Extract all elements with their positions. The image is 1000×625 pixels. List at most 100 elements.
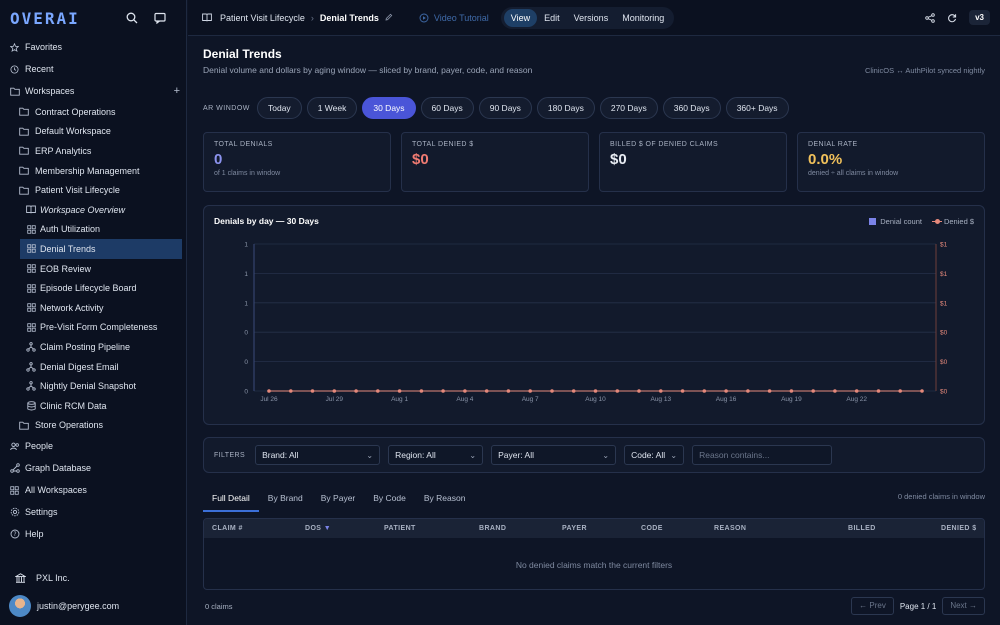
workspace-contract-operations[interactable]: Contract Operations xyxy=(0,102,186,122)
data-point-denied-dollars xyxy=(354,389,358,393)
sidebar-item-network-activity[interactable]: Network Activity xyxy=(0,298,182,318)
legend-denied-dollars[interactable]: Denied $ xyxy=(931,217,974,226)
grid-icon xyxy=(9,485,20,495)
sidebar-item-claim-posting-pipeline[interactable]: Claim Posting Pipeline xyxy=(0,337,182,357)
column-billed[interactable]: BILLED xyxy=(848,525,876,532)
sidebar-item-workspace-overview[interactable]: Workspace Overview xyxy=(0,200,182,220)
mode-monitoring[interactable]: Monitoring xyxy=(615,9,671,27)
sidebar-item-eob-review[interactable]: EOB Review xyxy=(0,259,182,279)
folder-icon xyxy=(19,146,29,156)
version-badge[interactable]: v3 xyxy=(969,10,990,25)
org-switcher[interactable]: PXL Inc. xyxy=(15,573,70,583)
sidebar-item-graph-database[interactable]: Graph Database xyxy=(0,457,186,479)
x-tick: Aug 13 xyxy=(650,396,671,403)
add-workspace-icon[interactable]: + xyxy=(174,85,180,97)
chat-icon[interactable] xyxy=(154,12,166,24)
ar-window-1-week[interactable]: 1 Week xyxy=(306,97,358,119)
ar-window-270-days[interactable]: 270 Days xyxy=(599,97,658,119)
ar-window-today[interactable]: Today xyxy=(257,97,302,119)
column-dos[interactable]: DOS ▼ xyxy=(305,525,331,532)
code-select[interactable]: Code: All ⌄ xyxy=(624,445,685,465)
column-claim-[interactable]: CLAIM # xyxy=(212,525,243,532)
breadcrumb-current: Denial Trends xyxy=(319,12,379,23)
workspace-patient-visit-lifecycle[interactable]: Patient Visit Lifecycle xyxy=(0,180,186,200)
refresh-icon[interactable] xyxy=(947,13,957,23)
sync-status: ClinicOS ↔ AuthPilot synced nightly xyxy=(864,66,985,75)
mode-versions[interactable]: Versions xyxy=(567,9,616,27)
payer-select[interactable]: Payer: All ⌄ xyxy=(491,445,617,465)
sidebar-item-help[interactable]: ? Help xyxy=(0,523,186,545)
sidebar-item-denial-digest-email[interactable]: Denial Digest Email xyxy=(0,357,182,377)
data-point-denied-dollars xyxy=(637,389,641,393)
tab-by-brand[interactable]: By Brand xyxy=(259,489,312,512)
data-point-denied-dollars xyxy=(528,389,532,393)
column-denied-[interactable]: DENIED $ xyxy=(941,525,977,532)
sidebar-item-settings[interactable]: Settings xyxy=(0,501,186,523)
sidebar-item-favorites[interactable]: Favorites xyxy=(0,36,186,58)
ar-window-360-days[interactable]: 360 Days xyxy=(662,97,721,119)
workspace-label: Membership Management xyxy=(35,165,140,176)
clock-icon xyxy=(9,64,20,74)
workspace-membership-management[interactable]: Membership Management xyxy=(0,161,186,181)
kpi-value: $0 xyxy=(412,151,429,168)
ar-window-360-days[interactable]: 360+ Days xyxy=(725,97,789,119)
kpi-total-denied-: TOTAL DENIED $ $0 xyxy=(401,132,589,192)
region-select[interactable]: Region: All ⌄ xyxy=(388,445,484,465)
sidebar-item-auth-utilization[interactable]: Auth Utilization xyxy=(0,220,182,240)
tab-full-detail[interactable]: Full Detail xyxy=(203,489,259,512)
user-menu[interactable]: justin@perygee.com xyxy=(9,595,119,617)
chevron-down-icon: ⌄ xyxy=(670,450,678,460)
sidebar-item-people[interactable]: People xyxy=(0,435,186,457)
sidebar-item-label: Help xyxy=(25,529,44,540)
column-patient[interactable]: PATIENT xyxy=(384,525,416,532)
data-point-denied-dollars xyxy=(680,389,685,393)
brand-select[interactable]: Brand: All ⌄ xyxy=(255,445,381,465)
sidebar-item-nightly-denial-snapshot[interactable]: Nightly Denial Snapshot xyxy=(0,376,182,396)
breadcrumb-parent[interactable]: Patient Visit Lifecycle xyxy=(220,13,305,23)
denials-chart-card: 1 $1 1 $1 1 $1 0 $0 0 $0 0 $0 Jul 26 Jul 29 Aug 1 Aug 4… xyxy=(203,205,985,425)
ar-window-30-days[interactable]: 30 Days xyxy=(362,97,416,119)
help-icon: ? xyxy=(9,529,20,539)
sidebar-item-clinic-rcm-data[interactable]: Clinic RCM Data xyxy=(0,396,182,416)
chevron-right-icon: › xyxy=(310,12,314,23)
sidebar-item-workspaces[interactable]: Workspaces + xyxy=(0,80,186,102)
share-icon[interactable] xyxy=(925,12,935,23)
column-code[interactable]: CODE xyxy=(641,525,663,532)
workspace-label: Default Workspace xyxy=(35,126,111,137)
y-left-tick: 0 xyxy=(244,359,248,366)
workspace-store-operations[interactable]: Store Operations xyxy=(0,416,186,436)
sidebar-item-pre-visit-form-completeness[interactable]: Pre-Visit Form Completeness xyxy=(0,318,182,338)
sidebar-item-recent[interactable]: Recent xyxy=(0,58,186,80)
column-brand[interactable]: BRAND xyxy=(479,525,506,532)
workspace-default[interactable]: Default Workspace xyxy=(0,122,186,142)
column-payer[interactable]: PAYER xyxy=(562,525,587,532)
region-select-value: Region: All xyxy=(395,450,436,460)
mode-edit[interactable]: Edit xyxy=(537,9,567,27)
pencil-icon[interactable] xyxy=(385,13,393,23)
workspace-erp-analytics[interactable]: ERP Analytics xyxy=(0,141,186,161)
ar-window-180-days[interactable]: 180 Days xyxy=(536,97,595,119)
search-icon[interactable] xyxy=(126,12,138,24)
tab-by-payer[interactable]: By Payer xyxy=(312,489,365,512)
prev-page-button[interactable]: ← Prev xyxy=(851,597,894,615)
ar-window-pills: Today 1 Week 30 Days 60 Days 90 Days 180 Days… xyxy=(257,97,789,119)
ar-window-60-days[interactable]: 60 Days xyxy=(420,97,474,119)
kpi-note: denied ÷ all claims in window xyxy=(808,170,899,177)
ar-window-90-days[interactable]: 90 Days xyxy=(478,97,532,119)
column-label: PATIENT xyxy=(384,525,416,532)
tab-by-reason[interactable]: By Reason xyxy=(415,489,475,512)
video-tutorial-link[interactable]: Video Tutorial xyxy=(419,13,489,23)
sidebar-item-all-workspaces[interactable]: All Workspaces xyxy=(0,479,186,501)
logo[interactable]: OVERAI xyxy=(10,9,80,28)
legend-denial-count[interactable]: Denial count xyxy=(869,217,922,226)
sidebar-item-episode-lifecycle-board[interactable]: Episode Lifecycle Board xyxy=(0,278,182,298)
reason-input[interactable]: Reason contains... xyxy=(692,445,833,465)
sidebar-item-denial-trends[interactable]: Denial Trends xyxy=(20,239,182,259)
kpi-billed-of-denied-claims: BILLED $ OF DENIED CLAIMS $0 xyxy=(599,132,787,192)
mode-view[interactable]: View xyxy=(503,8,538,27)
grid-icon xyxy=(26,323,36,332)
next-page-button[interactable]: Next → xyxy=(942,597,985,615)
tab-by-code[interactable]: By Code xyxy=(364,489,415,512)
column-reason[interactable]: REASON xyxy=(714,525,746,532)
data-point-denied-dollars xyxy=(463,389,467,393)
